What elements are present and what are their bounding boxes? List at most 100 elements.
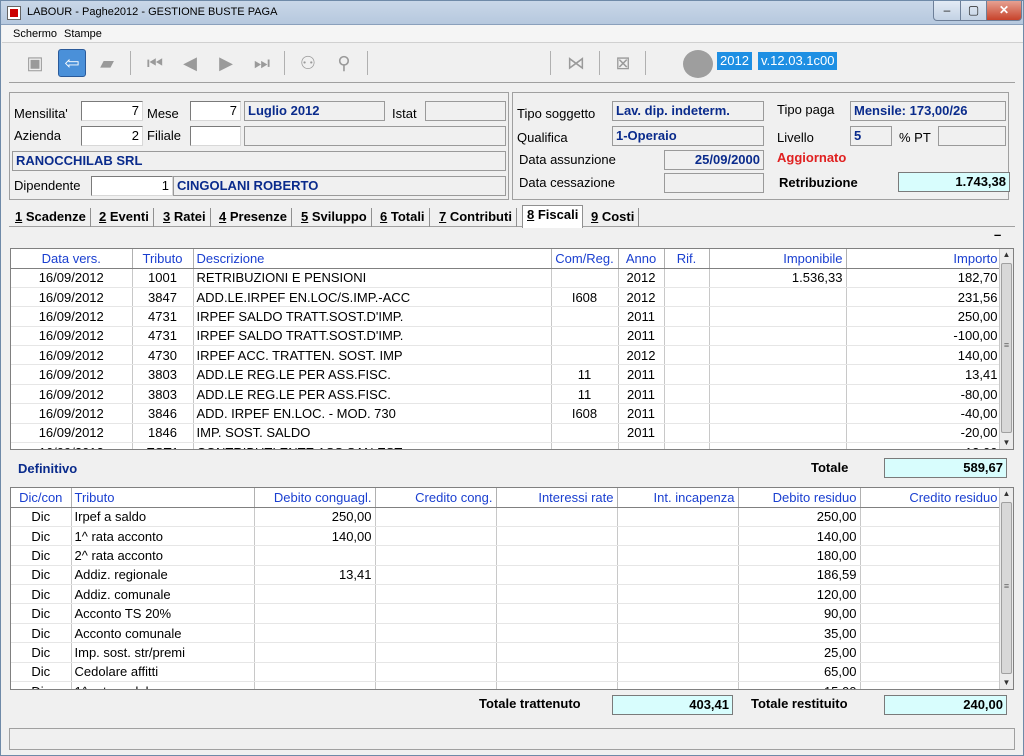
table-cell[interactable] [617,623,739,644]
table-cell[interactable] [375,565,497,586]
table-cell[interactable] [617,642,739,663]
table-cell[interactable]: 180,00 [738,545,861,566]
table-cell[interactable] [617,584,739,605]
column-header[interactable]: Importo [846,249,1002,269]
table-cell[interactable] [496,603,618,624]
table-cell[interactable]: 35,00 [738,623,861,644]
table-cell[interactable]: 1.536,33 [709,268,847,288]
table-cell[interactable] [860,623,1002,644]
table-cell[interactable]: CONTRIBUTI ENTE ASS.SAN.EST. [193,442,552,449]
table-cell[interactable]: Dic [11,545,72,566]
save-icon[interactable]: ▣ [21,49,49,77]
table-cell[interactable]: RETRIBUZIONI E PENSIONI [193,268,552,288]
table-cell[interactable] [617,662,739,683]
table-cell[interactable]: 2011 [618,403,665,424]
column-header[interactable]: Tributo [71,488,255,508]
maximize-button[interactable]: ▢ [960,1,987,21]
table-cell[interactable] [254,545,376,566]
table-cell[interactable]: Dic [11,603,72,624]
table-cell[interactable] [496,642,618,663]
table-cell[interactable]: 90,00 [738,603,861,624]
table-cell[interactable]: 2011 [618,326,665,347]
table-cell[interactable] [551,268,619,288]
table-cell[interactable] [860,545,1002,566]
column-header[interactable]: Tributo [132,249,194,269]
table-cell[interactable]: 3803 [132,364,194,385]
table-cell[interactable]: -40,00 [846,403,1002,424]
minimize-button[interactable]: – [933,1,961,21]
column-header[interactable]: Data vers. [11,249,133,269]
table-cell[interactable] [860,662,1002,683]
table-cell[interactable] [860,526,1002,547]
table-cell[interactable]: Addiz. regionale [71,565,255,586]
table-cell[interactable] [860,681,1002,689]
scroll-thumb[interactable]: ≡ [1001,502,1012,674]
table-cell[interactable]: 140,00 [846,345,1002,366]
table-cell[interactable]: 250,00 [254,507,376,527]
table-cell[interactable]: Dic [11,584,72,605]
table-cell[interactable]: I608 [551,287,619,308]
table-cell[interactable] [254,584,376,605]
table-cell[interactable]: 4731 [132,326,194,347]
scroll-down-icon[interactable]: ▼ [1000,677,1013,689]
table-cell[interactable] [860,565,1002,586]
table-cell[interactable]: 3846 [132,403,194,424]
table-row[interactable]: 16/09/2012 1846 IMP. SOST. SALDO 2011 -20,00 [11,423,1002,444]
tab-eventi[interactable]: 2 Eventi [95,208,154,227]
table-cell[interactable]: 4731 [132,306,194,327]
table-cell[interactable]: 16/09/2012 [11,442,133,449]
magnifier-icon[interactable]: ⚲ [330,49,358,77]
table-cell[interactable]: IRPEF ACC. TRATTEN. SOST. IMP [193,345,552,366]
table-cell[interactable]: Dic [11,507,72,527]
table-cell[interactable]: 16/09/2012 [11,423,133,444]
column-header[interactable]: Debito residuo [738,488,861,508]
table-cell[interactable] [551,326,619,347]
table-cell[interactable] [254,623,376,644]
table-cell[interactable]: EST1 [132,442,194,449]
table-cell[interactable] [709,442,847,449]
table-cell[interactable] [496,545,618,566]
table-cell[interactable]: IRPEF SALDO TRATT.SOST.D'IMP. [193,306,552,327]
table-cell[interactable] [254,681,376,689]
table-cell[interactable]: 2011 [618,423,665,444]
table-cell[interactable] [709,306,847,327]
table-cell[interactable] [709,364,847,385]
table-cell[interactable]: -100,00 [846,326,1002,347]
table-cell[interactable] [551,423,619,444]
table-cell[interactable]: 65,00 [738,662,861,683]
table-cell[interactable]: 250,00 [846,306,1002,327]
table-cell[interactable]: ADD.LE REG.LE PER ASS.FISC. [193,384,552,405]
table-cell[interactable]: 2012 [618,268,665,288]
table-cell[interactable] [664,364,710,385]
table-cell[interactable]: Addiz. comunale [71,584,255,605]
table-cell[interactable]: Dic [11,642,72,663]
table-cell[interactable]: 1^ rata acconto [71,526,255,547]
column-header[interactable]: Credito residuo [860,488,1002,508]
table-cell[interactable]: 12,00 [846,442,1002,449]
tab-contributi[interactable]: 7 Contributi [435,208,517,227]
table-cell[interactable]: 16/09/2012 [11,364,133,385]
table-row[interactable]: Dic Acconto comunale 35,00 [11,623,1002,644]
collapse-button[interactable]: – [994,227,1001,242]
table-cell[interactable] [664,403,710,424]
table-cell[interactable]: 3803 [132,384,194,405]
table-cell[interactable] [664,442,710,449]
conguagli-grid[interactable]: Dic/con Tributo Debito conguagl. Credito… [10,487,1014,690]
table-row[interactable]: 16/09/2012 4731 IRPEF SALDO TRATT.SOST.D'I… [11,306,1002,327]
table-row[interactable]: 16/09/2012 3846 ADD. IRPEF EN.LOC. - MOD. … [11,403,1002,424]
column-header[interactable]: Com/Reg. [551,249,619,269]
table-cell[interactable]: 16/09/2012 [11,403,133,424]
table-cell[interactable]: Acconto comunale [71,623,255,644]
table-cell[interactable]: 1001 [132,268,194,288]
table-cell[interactable]: ADD.LE REG.LE PER ASS.FISC. [193,364,552,385]
table-cell[interactable] [496,565,618,586]
first-record-icon[interactable]: ⏮ [141,49,169,77]
scroll-up-icon[interactable]: ▲ [1000,249,1013,261]
table-row[interactable]: 16/09/2012 3803 ADD.LE REG.LE PER ASS.FISC… [11,384,1002,405]
binoculars-icon[interactable]: ⚇ [294,49,322,77]
back-icon[interactable]: ⇦ [58,49,86,77]
table-cell[interactable]: 2^ rata acconto [71,545,255,566]
f24-scrollbar[interactable]: ▲ ≡ ▼ [999,249,1013,449]
table-cell[interactable] [664,384,710,405]
table-cell[interactable]: 140,00 [738,526,861,547]
